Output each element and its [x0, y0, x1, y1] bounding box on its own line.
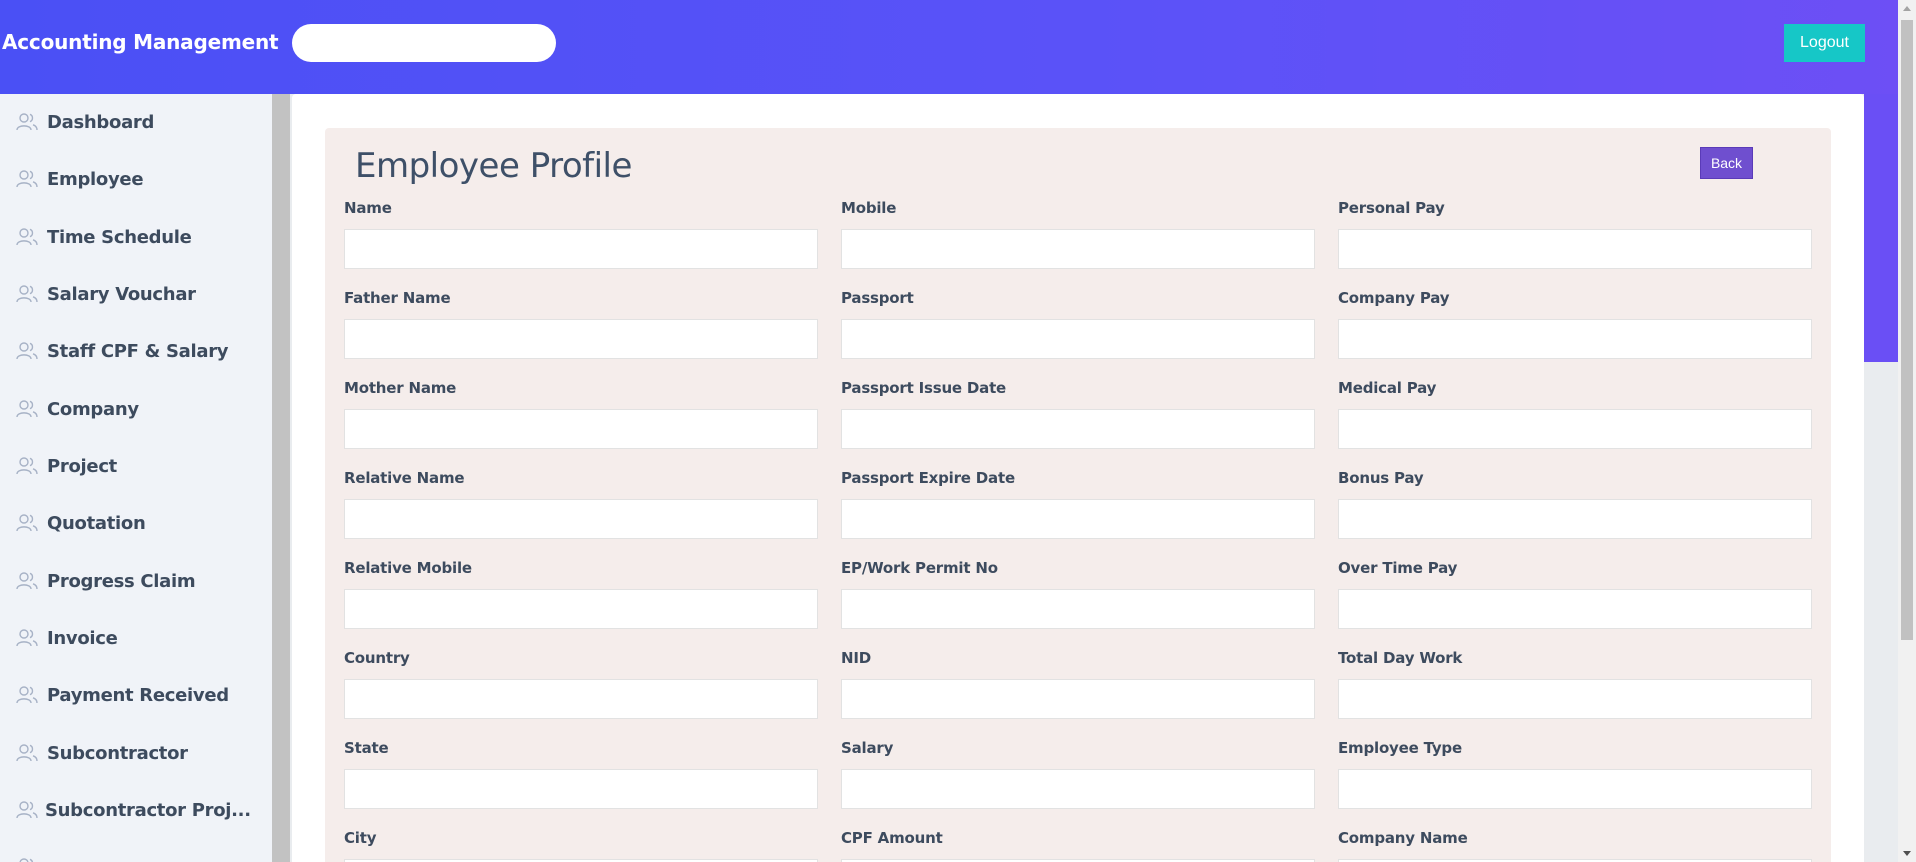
back-button[interactable]: Back [1700, 147, 1753, 179]
mother-name-label: Mother Name [344, 379, 457, 397]
relative-name-label: Relative Name [344, 469, 465, 487]
header-background-extension [1864, 94, 1898, 362]
name-field[interactable] [344, 229, 818, 269]
sidebar-item-label: Invoice [47, 627, 118, 649]
users-icon [16, 342, 38, 360]
passport-issue-date-field[interactable] [841, 409, 1315, 449]
nid-field[interactable] [841, 679, 1315, 719]
top-navbar: Accounting Management Logout [0, 0, 1898, 94]
company-pay-label: Company Pay [1338, 289, 1450, 307]
users-icon [19, 858, 33, 862]
users-icon [16, 744, 38, 762]
bonus-pay-field[interactable] [1338, 499, 1812, 539]
sidebar-item-label: Quotation [47, 512, 146, 534]
sidebar-item-dashboard[interactable]: Dashboard [0, 102, 272, 142]
sidebar-item-project[interactable]: Project [0, 446, 272, 486]
sidebar-item-label: Employee [47, 168, 144, 190]
nid-label: NID [841, 649, 871, 667]
users-icon [16, 228, 38, 246]
sidebar-item-label: Progress Claim [47, 570, 196, 592]
mother-name-field[interactable] [344, 409, 818, 449]
scrollbar-thumb[interactable] [1901, 20, 1913, 640]
sidebar-item-partial[interactable] [0, 847, 272, 862]
country-field[interactable] [344, 679, 818, 719]
relative-name-field[interactable] [344, 499, 818, 539]
company-name-label: Company Name [1338, 829, 1468, 847]
bonus-pay-label: Bonus Pay [1338, 469, 1424, 487]
relative-mobile-field[interactable] [344, 589, 818, 629]
mobile-label: Mobile [841, 199, 897, 217]
state-field[interactable] [344, 769, 818, 809]
total-day-work-field[interactable] [1338, 679, 1812, 719]
sidebar-item-employee[interactable]: Employee [0, 159, 272, 199]
sidebar-item-time-schedule[interactable]: Time Schedule [0, 217, 272, 257]
users-icon [16, 457, 38, 475]
scroll-down-arrow-icon[interactable] [1903, 851, 1911, 856]
cpf-amount-label: CPF Amount [841, 829, 943, 847]
sidebar-scrollbar[interactable] [272, 94, 290, 862]
total-day-work-label: Total Day Work [1338, 649, 1463, 667]
users-icon [16, 801, 38, 819]
sidebar-item-subcontractor-project[interactable]: Subcontractor Proj... [0, 790, 272, 830]
sidebar-item-label: Dashboard [47, 111, 155, 133]
sidebar-item-label: Project [47, 455, 117, 477]
state-label: State [344, 739, 389, 757]
sidebar-item-salary-vouchar[interactable]: Salary Vouchar [0, 274, 272, 314]
relative-mobile-label: Relative Mobile [344, 559, 472, 577]
father-name-field[interactable] [344, 319, 818, 359]
sidebar: Dashboard Employee Time Schedule Salary … [0, 94, 272, 862]
passport-field[interactable] [841, 319, 1315, 359]
users-icon [16, 629, 38, 647]
sidebar-item-payment-received[interactable]: Payment Received [0, 675, 272, 715]
sidebar-item-company[interactable]: Company [0, 389, 272, 429]
sidebar-item-invoice[interactable]: Invoice [0, 618, 272, 658]
sidebar-item-subcontractor[interactable]: Subcontractor [0, 733, 272, 773]
users-icon [16, 572, 38, 590]
sidebar-item-label: Salary Vouchar [47, 283, 196, 305]
employee-type-field[interactable] [1338, 769, 1812, 809]
users-icon [16, 285, 38, 303]
page-title: Employee Profile [355, 146, 632, 186]
sidebar-item-label: Staff CPF & Salary [47, 340, 229, 362]
users-icon [16, 686, 38, 704]
salary-field[interactable] [841, 769, 1315, 809]
search-input[interactable] [292, 24, 556, 62]
father-name-label: Father Name [344, 289, 451, 307]
passport-expire-date-label: Passport Expire Date [841, 469, 1015, 487]
work-permit-label: EP/Work Permit No [841, 559, 998, 577]
employee-type-label: Employee Type [1338, 739, 1462, 757]
company-pay-field[interactable] [1338, 319, 1812, 359]
sidebar-item-progress-claim[interactable]: Progress Claim [0, 561, 272, 601]
sidebar-item-staff-cpf-salary[interactable]: Staff CPF & Salary [0, 331, 272, 371]
work-permit-field[interactable] [841, 589, 1315, 629]
page-scrollbar[interactable] [1898, 0, 1916, 862]
passport-label: Passport [841, 289, 914, 307]
city-label: City [344, 829, 377, 847]
medical-pay-label: Medical Pay [1338, 379, 1437, 397]
passport-expire-date-field[interactable] [841, 499, 1315, 539]
passport-issue-date-label: Passport Issue Date [841, 379, 1007, 397]
medical-pay-field[interactable] [1338, 409, 1812, 449]
country-label: Country [344, 649, 410, 667]
sidebar-item-label: Payment Received [47, 684, 229, 706]
sidebar-item-label: Company [47, 398, 139, 420]
mobile-field[interactable] [841, 229, 1315, 269]
users-icon [16, 514, 38, 532]
salary-label: Salary [841, 739, 894, 757]
app-brand[interactable]: Accounting Management [2, 30, 279, 54]
name-label: Name [344, 199, 392, 217]
personal-pay-label: Personal Pay [1338, 199, 1445, 217]
users-icon [16, 170, 38, 188]
over-time-pay-field[interactable] [1338, 589, 1812, 629]
sidebar-item-quotation[interactable]: Quotation [0, 503, 272, 543]
sidebar-item-label: Subcontractor Proj... [45, 799, 251, 821]
logout-button[interactable]: Logout [1784, 24, 1865, 62]
over-time-pay-label: Over Time Pay [1338, 559, 1458, 577]
scroll-up-arrow-icon[interactable] [1903, 6, 1911, 11]
sidebar-item-label: Subcontractor [47, 742, 188, 764]
users-icon [16, 113, 38, 131]
users-icon [16, 400, 38, 418]
personal-pay-field[interactable] [1338, 229, 1812, 269]
sidebar-item-label: Time Schedule [47, 226, 192, 248]
